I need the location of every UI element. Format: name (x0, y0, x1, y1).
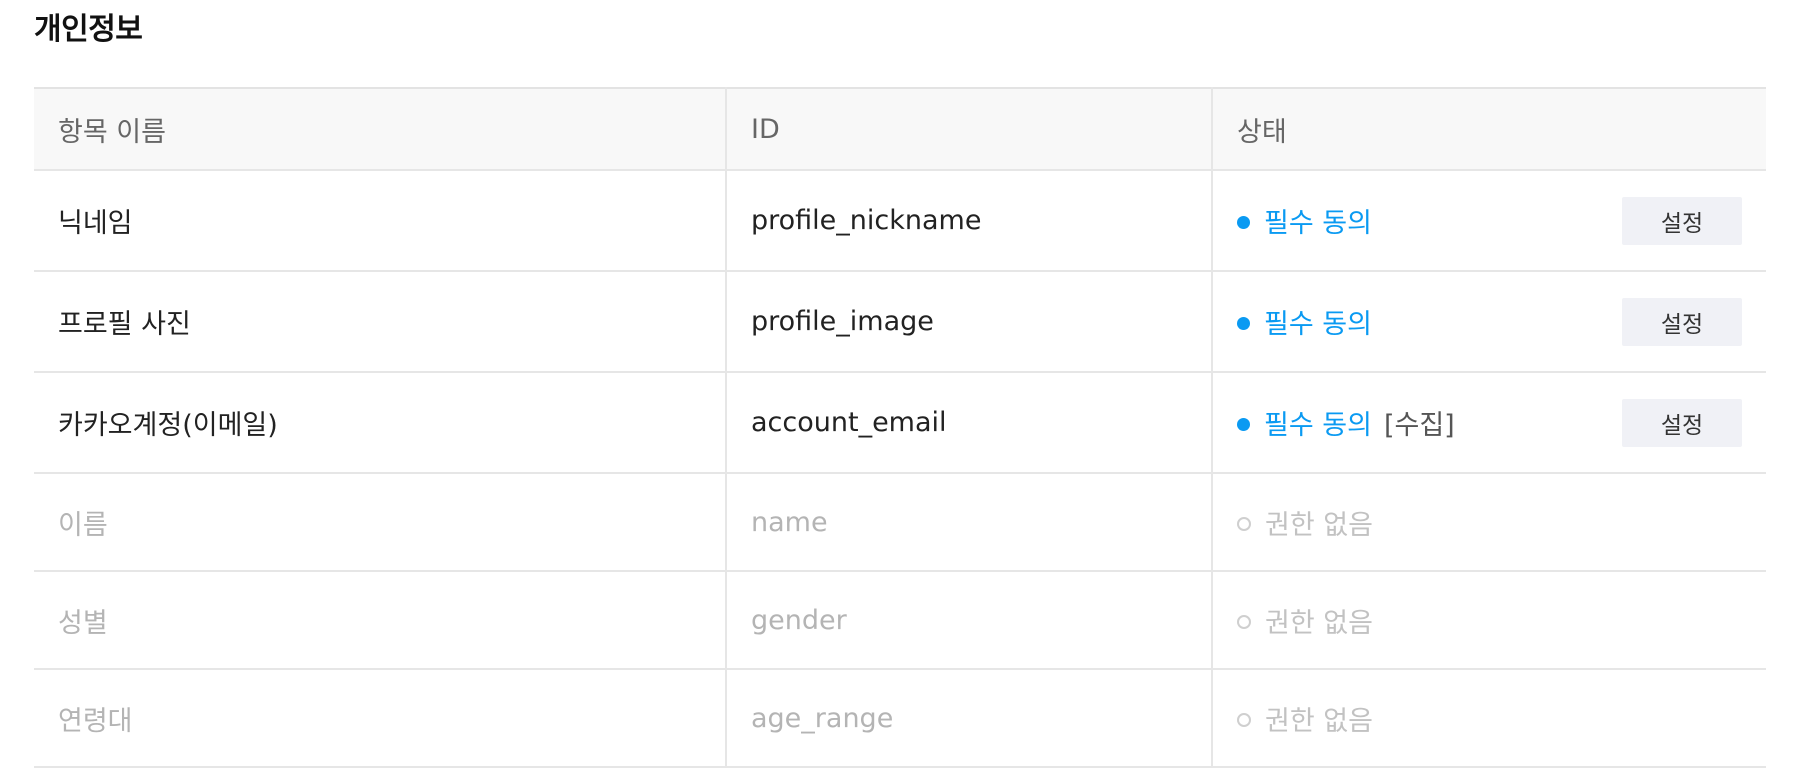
item-name: 성별 (34, 571, 726, 670)
table-row-age-range: 연령대 age_range 권한 없음 (34, 669, 1766, 768)
column-header-status: 상태 (1211, 88, 1766, 171)
status-label: 필수 동의 (1264, 410, 1372, 441)
empty-circle-icon (1237, 615, 1251, 629)
item-id: gender (725, 571, 1212, 670)
empty-circle-icon (1237, 517, 1251, 531)
item-name: 닉네임 (34, 170, 726, 272)
item-id: name (725, 473, 1212, 572)
column-header-id: ID (725, 88, 1212, 171)
item-status: 권한 없음 (1211, 571, 1766, 670)
table-row-account-email: 카카오계정(이메일) account_email 필수 동의 [수집] 설정 (34, 372, 1766, 474)
section-title: 개인정보 (34, 12, 143, 47)
item-name: 이름 (34, 473, 726, 572)
filled-dot-icon (1237, 317, 1250, 330)
table-row-profile-nickname: 닉네임 profile_nickname 필수 동의 설정 (34, 170, 1766, 272)
status-label: 권한 없음 (1265, 509, 1373, 541)
table-row-gender: 성별 gender 권한 없음 (34, 571, 1766, 670)
settings-button[interactable]: 설정 (1622, 297, 1742, 346)
filled-dot-icon (1237, 418, 1250, 431)
settings-button[interactable]: 설정 (1622, 398, 1742, 447)
item-id: account_email (725, 372, 1212, 474)
status-label: 필수 동의 (1264, 208, 1372, 239)
filled-dot-icon (1237, 216, 1250, 229)
item-status: 필수 동의 설정 (1211, 271, 1766, 373)
column-header-item-name: 항목 이름 (34, 88, 726, 171)
status-label: 권한 없음 (1265, 607, 1373, 639)
item-status: 권한 없음 (1211, 473, 1766, 572)
item-id: profile_nickname (725, 170, 1212, 272)
item-id: age_range (725, 669, 1212, 768)
item-name: 카카오계정(이메일) (34, 372, 726, 474)
status-extra-label: [수집] (1383, 410, 1455, 441)
item-status: 필수 동의 설정 (1211, 170, 1766, 272)
consent-items-table: 항목 이름 ID 상태 닉네임 profile_nickname 필수 동의 설… (34, 87, 1766, 768)
item-name: 연령대 (34, 669, 726, 768)
item-name: 프로필 사진 (34, 271, 726, 373)
item-status: 권한 없음 (1211, 669, 1766, 768)
table-row-name: 이름 name 권한 없음 (34, 473, 1766, 572)
status-label: 필수 동의 (1264, 309, 1372, 340)
status-label: 권한 없음 (1265, 705, 1373, 737)
table-row-profile-image: 프로필 사진 profile_image 필수 동의 설정 (34, 271, 1766, 373)
item-id: profile_image (725, 271, 1212, 373)
table-header-row: 항목 이름 ID 상태 (34, 88, 1766, 171)
settings-button[interactable]: 설정 (1622, 196, 1742, 245)
empty-circle-icon (1237, 713, 1251, 727)
item-status: 필수 동의 [수집] 설정 (1211, 372, 1766, 474)
